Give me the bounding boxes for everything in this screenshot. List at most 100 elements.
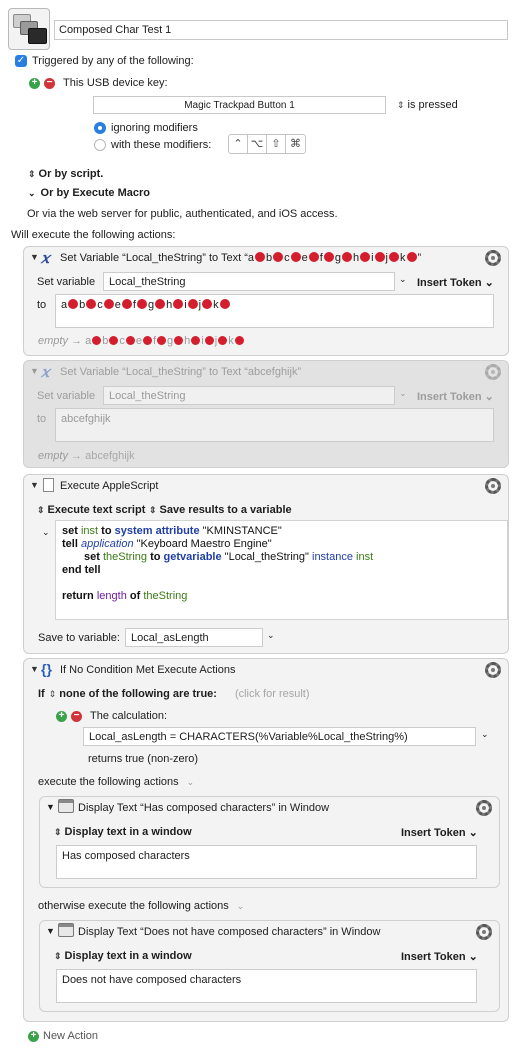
chevron-down-icon[interactable]: ⌄: [481, 729, 489, 740]
gear-icon[interactable]: [485, 662, 501, 678]
returns-text: returns true (non-zero): [88, 753, 199, 765]
window-icon: [58, 799, 74, 813]
disclosure-triangle-icon[interactable]: ▼: [30, 366, 39, 376]
remove-trigger-button[interactable]: −: [44, 77, 55, 89]
key-state-popup[interactable]: ⇕ is pressed: [397, 99, 458, 111]
red-dot-glyph: [374, 252, 385, 262]
save-variable-field[interactable]: Local_asLength: [125, 628, 263, 647]
display-text-action-2[interactable]: ▼ Display Text “Does not have composed c…: [39, 920, 500, 1012]
red-dot-glyph: [389, 252, 399, 262]
red-dot-glyph: [174, 336, 184, 345]
red-dot-glyph: [255, 252, 266, 262]
new-action-button[interactable]: + New Action: [28, 1030, 98, 1042]
disclosure-triangle-icon[interactable]: ▼: [30, 664, 39, 674]
calculation-field[interactable]: Local_asLength = CHARACTERS(%Variable%Lo…: [83, 727, 476, 746]
gear-icon[interactable]: [485, 250, 501, 266]
red-dot-glyph: [323, 252, 334, 262]
trigger-checkbox[interactable]: ✓: [15, 55, 27, 67]
red-dot-glyph: [360, 252, 371, 262]
execute-applescript-action[interactable]: ▼ Execute AppleScript ⇕ Execute text scr…: [23, 474, 509, 654]
execute-mode-popup[interactable]: ⇕ Execute text script: [37, 504, 145, 516]
text-value-field[interactable]: abcefghijk: [55, 294, 494, 328]
display-text-action-1[interactable]: ▼ Display Text “Has composed characters”…: [39, 796, 500, 888]
keyboard-key-icon: [28, 28, 47, 44]
control-key-toggle[interactable]: ⌃: [229, 135, 248, 153]
script-token: set: [62, 525, 78, 537]
script-line-blank: [62, 577, 501, 590]
display-mode-popup[interactable]: ⇕ Display text in a window: [54, 950, 192, 962]
updown-chevron-icon: ⇕: [37, 504, 45, 515]
insert-token-label: Insert Token: [401, 951, 466, 963]
script-token: application: [80, 538, 134, 550]
remove-condition-button[interactable]: −: [71, 710, 82, 722]
insert-token-button[interactable]: Insert Token ⌄: [401, 950, 478, 963]
disclosure-triangle-icon[interactable]: ▼: [46, 926, 55, 936]
disclosure-triangle-icon[interactable]: ▼: [30, 252, 39, 262]
red-dot-glyph: [125, 336, 135, 345]
if-condition-action[interactable]: ▼ {} If No Condition Met Execute Actions…: [23, 658, 509, 1022]
click-for-result[interactable]: (click for result): [235, 688, 310, 700]
action-title: Set Variable “Local_theString” to Text “…: [60, 252, 421, 264]
gear-icon[interactable]: [476, 924, 492, 940]
gear-icon[interactable]: [476, 800, 492, 816]
execute-mode-label: Execute text script: [47, 504, 146, 516]
chevron-down-icon: ⌄: [28, 187, 36, 198]
chevron-down-icon[interactable]: ⌄: [42, 527, 50, 538]
chevron-down-icon[interactable]: ⌄: [399, 274, 407, 285]
display-text-field[interactable]: Does not have composed characters: [56, 969, 477, 1003]
text-value-field[interactable]: abcefghijk: [55, 408, 494, 442]
applescript-editor[interactable]: set inst to system attribute "KMINSTANCE…: [55, 520, 508, 620]
macro-name-field[interactable]: Composed Char Test 1: [54, 20, 508, 40]
save-to-variable-label: Save to variable:: [38, 632, 120, 644]
save-results-popup[interactable]: ⇕ Save results to a variable: [149, 504, 292, 516]
display-mode-popup[interactable]: ⇕ Display text in a window: [54, 826, 192, 838]
condition-mode-popup[interactable]: none of the following are true:: [59, 688, 217, 700]
chevron-down-icon[interactable]: ⌄: [267, 630, 275, 641]
if-label: If: [38, 688, 45, 700]
set-variable-action-1[interactable]: ▼ 𝑥 Set Variable “Local_theString” to Te…: [23, 246, 509, 356]
insert-token-button[interactable]: Insert Token ⌄: [417, 276, 494, 289]
set-variable-action-2-disabled[interactable]: ▼ 𝑥 Set Variable “Local_theString” to Te…: [23, 360, 509, 468]
chevron-down-icon[interactable]: ⌄: [237, 901, 245, 912]
insert-token-button[interactable]: Insert Token ⌄: [417, 390, 494, 403]
or-by-execute-macro-disclosure[interactable]: ⌄ Or by Execute Macro: [28, 187, 150, 199]
display-mode-label: Display text in a window: [64, 826, 192, 838]
ignoring-modifiers-radio[interactable]: [94, 122, 106, 134]
with-modifiers-radio[interactable]: [94, 139, 106, 151]
chevron-down-icon[interactable]: ⌄: [187, 777, 195, 788]
updown-chevron-icon[interactable]: ⇕: [49, 689, 57, 700]
variable-name-field[interactable]: Local_theString: [103, 386, 395, 405]
gear-icon[interactable]: [485, 478, 501, 494]
or-by-script-popup[interactable]: ⇕ Or by script.: [28, 168, 103, 180]
title-letter: g: [334, 252, 341, 264]
macro-icon[interactable]: [8, 8, 50, 50]
variable-name-field[interactable]: Local_theString: [103, 272, 395, 291]
or-by-execute-macro-label: Or by Execute Macro: [40, 187, 150, 199]
title-letter: j: [385, 252, 388, 264]
script-token: "Keyboard Maestro Engine": [136, 538, 272, 550]
with-modifiers-label: with these modifiers:: [111, 139, 212, 151]
disclosure-triangle-icon[interactable]: ▼: [46, 802, 55, 812]
add-trigger-button[interactable]: +: [29, 77, 40, 89]
option-key-toggle[interactable]: ⌥: [248, 135, 267, 153]
text-letter: b: [79, 299, 86, 311]
script-token: inst: [80, 525, 99, 537]
disclosure-triangle-icon[interactable]: ▼: [30, 480, 39, 490]
gear-icon[interactable]: [485, 364, 501, 380]
red-dot-glyph: [341, 252, 352, 262]
display-text-field[interactable]: Has composed characters: [56, 845, 477, 879]
red-dot-glyph: [187, 299, 198, 309]
device-key-field[interactable]: Magic Trackpad Button 1: [93, 96, 386, 114]
shift-key-toggle[interactable]: ⇧: [267, 135, 286, 153]
add-condition-button[interactable]: +: [56, 710, 67, 722]
or-by-script-label: Or by script.: [38, 168, 104, 180]
updown-chevron-icon: ⇕: [54, 950, 62, 961]
preview-letter: c: [119, 335, 125, 347]
chevron-down-icon[interactable]: ⌄: [399, 388, 407, 399]
insert-token-button[interactable]: Insert Token ⌄: [401, 826, 478, 839]
command-key-toggle[interactable]: ⌘: [286, 135, 305, 153]
script-token: tell: [62, 538, 78, 550]
web-server-text: Or via the web server for public, authen…: [27, 208, 338, 220]
result-preview: empty → abcefghijk: [38, 450, 135, 462]
red-dot-glyph: [173, 299, 184, 309]
